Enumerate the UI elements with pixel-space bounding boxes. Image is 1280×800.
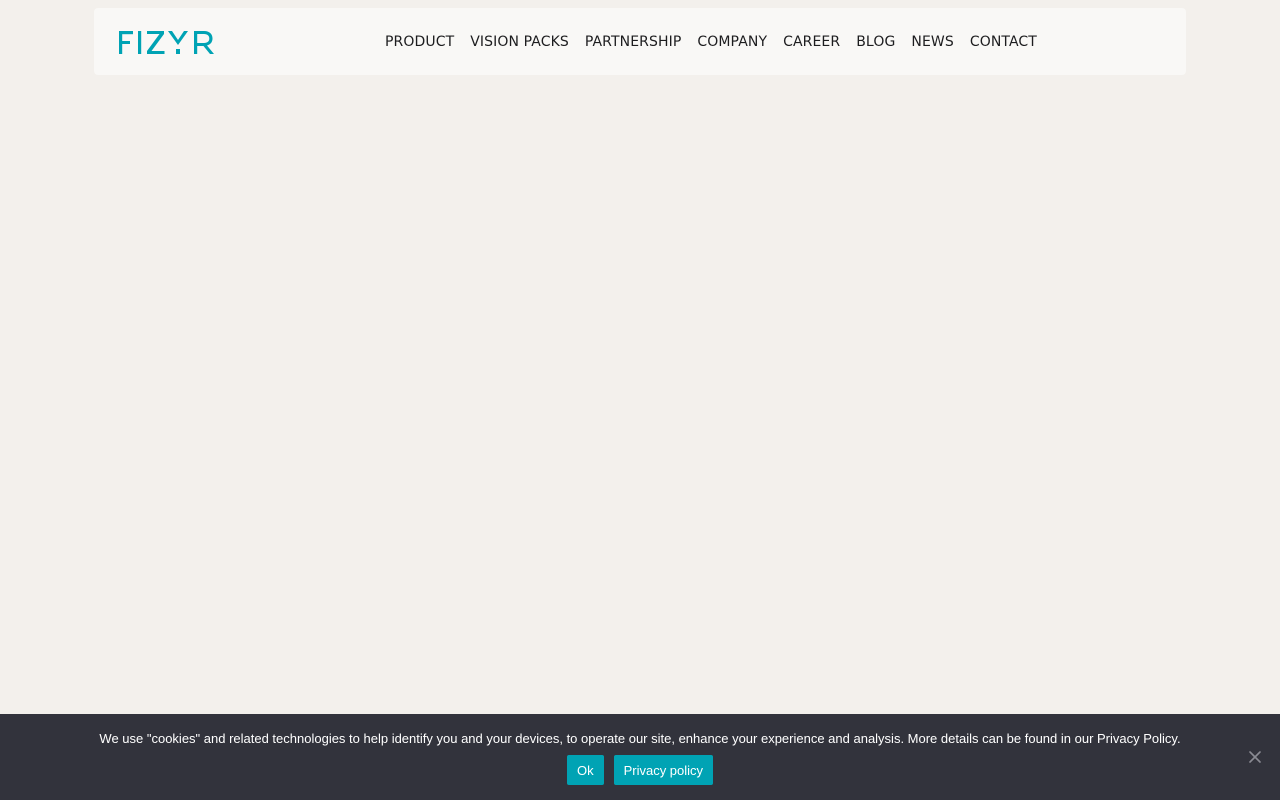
nav-item-partnership[interactable]: PARTNERSHIP [585, 34, 682, 50]
site-header: PRODUCT VISION PACKS PARTNERSHIP COMPANY… [94, 8, 1186, 75]
nav-item-news[interactable]: NEWS [911, 34, 953, 50]
fizyr-logo-icon [119, 31, 214, 54]
nav-item-company[interactable]: COMPANY [697, 34, 767, 50]
main-content [0, 75, 1280, 714]
cookie-notice-text: We use "cookies" and related technologie… [99, 731, 1181, 746]
main-nav: PRODUCT VISION PACKS PARTNERSHIP COMPANY… [385, 8, 1037, 75]
nav-item-blog[interactable]: BLOG [856, 34, 895, 50]
close-icon[interactable] [1246, 748, 1264, 766]
cookie-notice: We use "cookies" and related technologie… [0, 714, 1280, 800]
nav-item-vision-packs[interactable]: VISION PACKS [470, 34, 569, 50]
nav-item-contact[interactable]: CONTACT [970, 34, 1037, 50]
nav-item-product[interactable]: PRODUCT [385, 34, 454, 50]
fizyr-logo[interactable] [118, 28, 218, 56]
privacy-policy-button[interactable]: Privacy policy [613, 755, 714, 785]
nav-item-career[interactable]: CAREER [783, 34, 840, 50]
cookie-ok-button[interactable]: Ok [566, 755, 604, 785]
cookie-notice-buttons: Ok Privacy policy [0, 755, 1280, 785]
